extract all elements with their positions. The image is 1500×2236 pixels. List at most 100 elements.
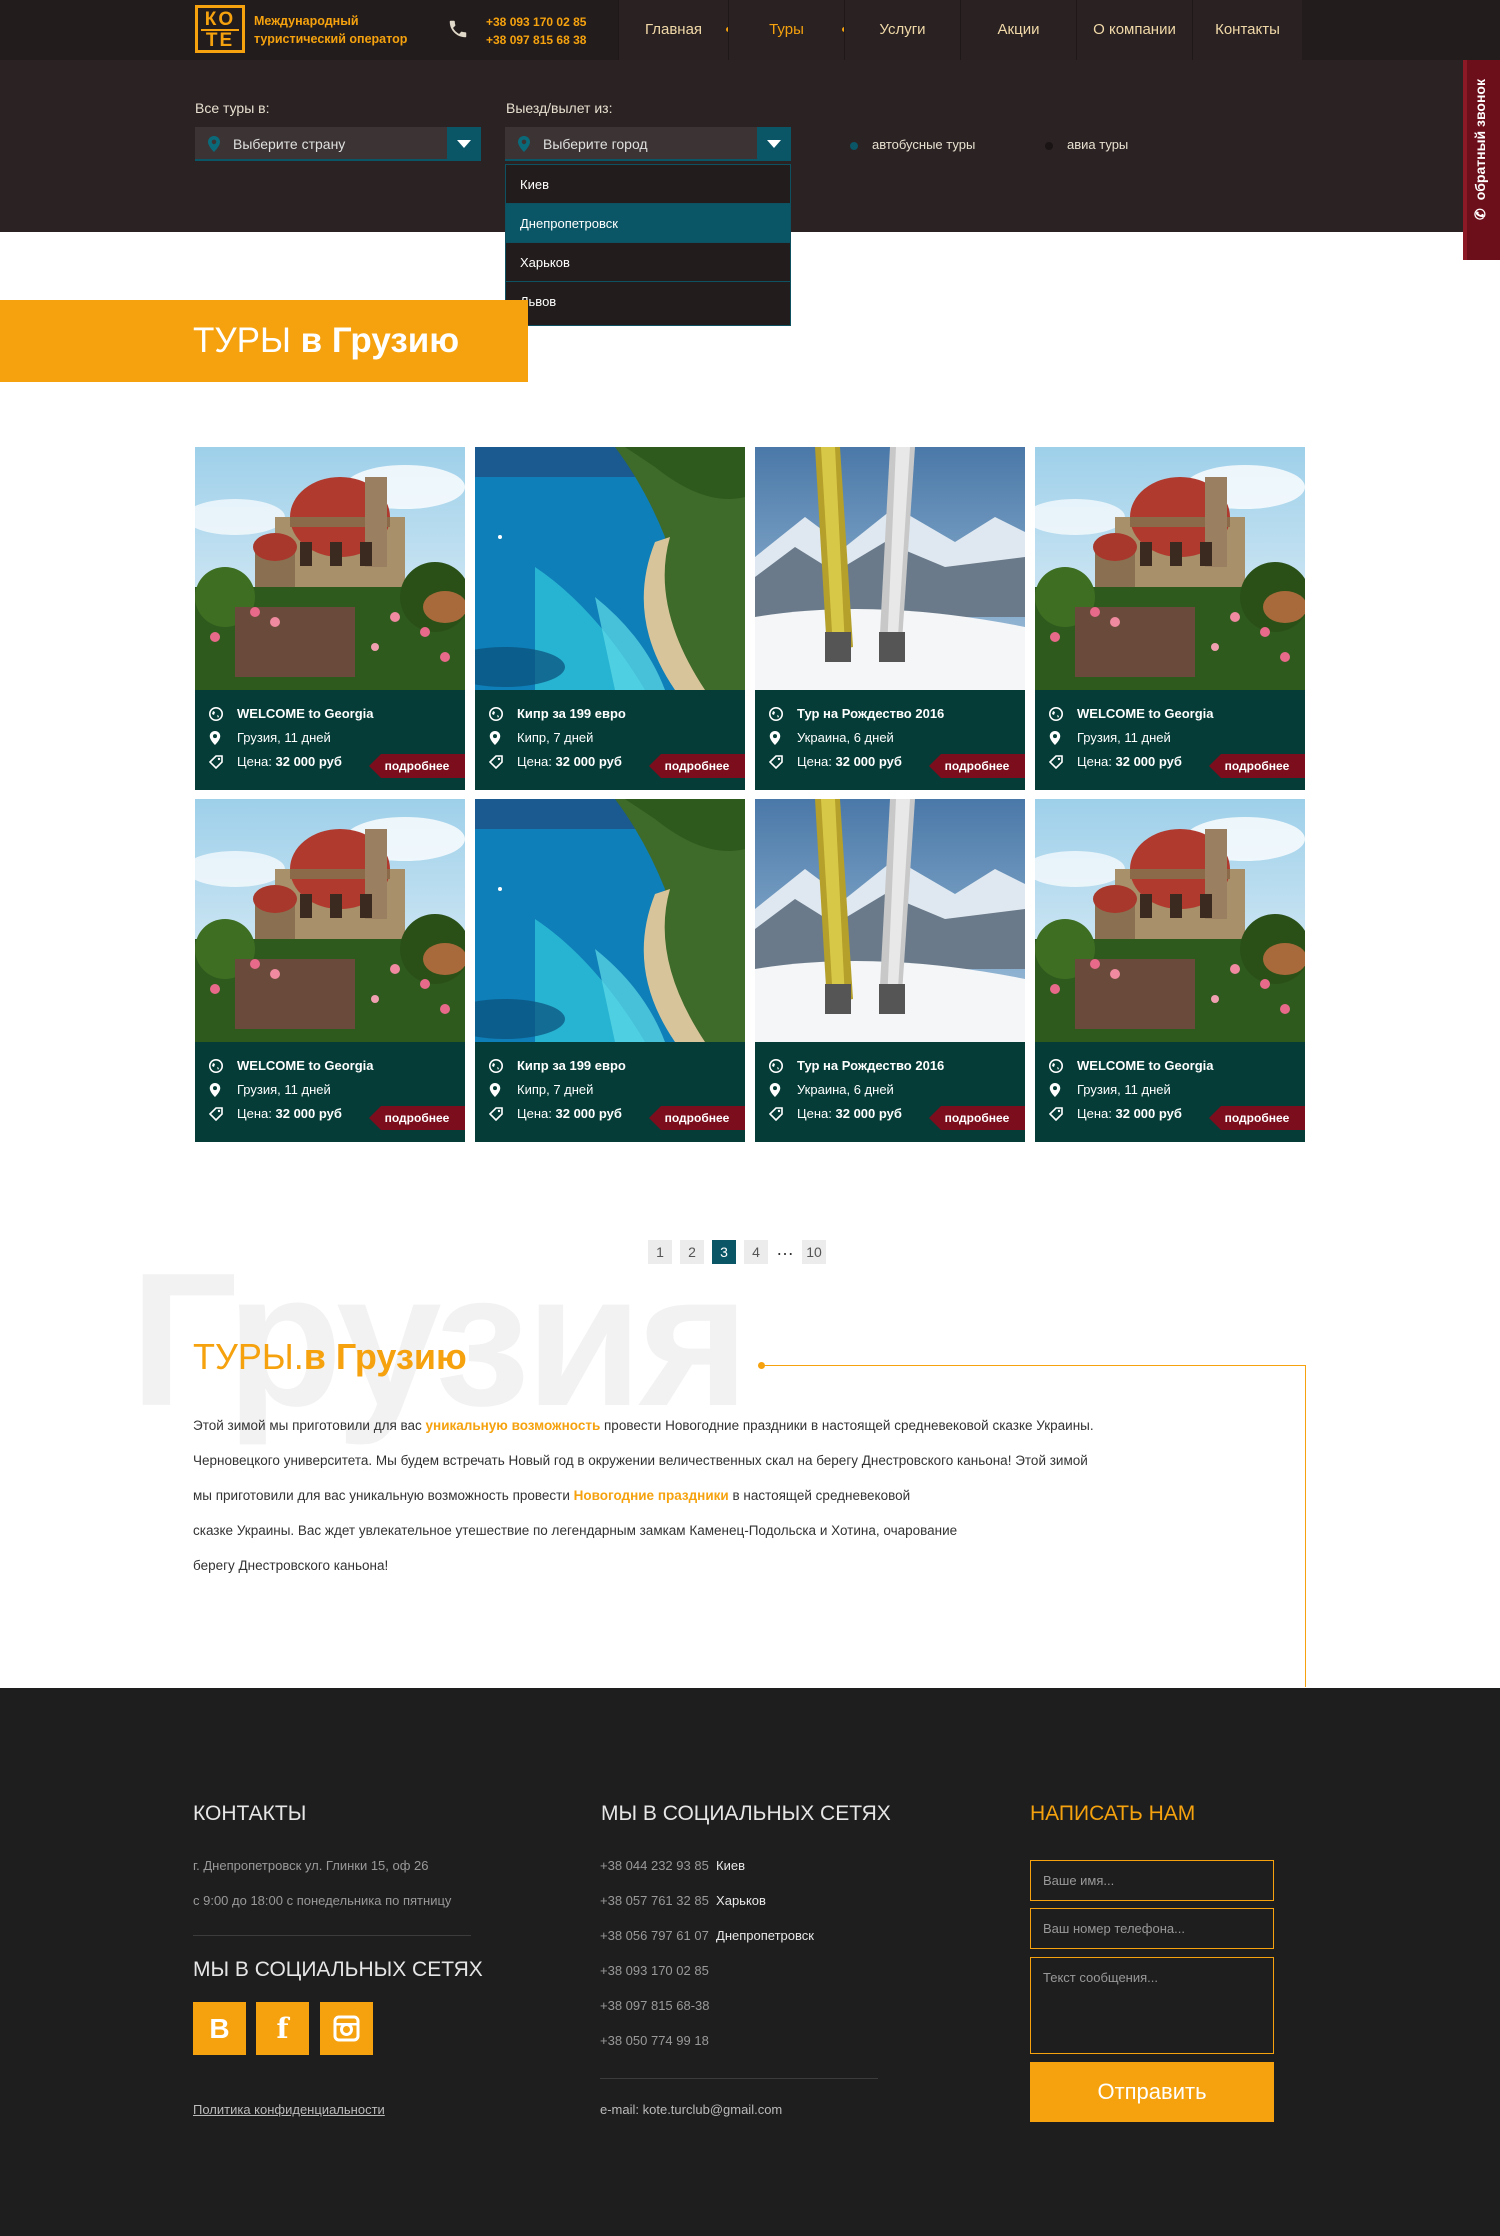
tour-title[interactable]: WELCOME to Georgia [209,702,465,726]
tour-card[interactable]: WELCOME to Georgia Грузия, 11 дней Цена: 3… [1035,799,1305,1142]
tour-image[interactable] [755,799,1025,1042]
tour-image[interactable] [475,799,745,1042]
page-link-3-current[interactable]: 3 [712,1240,736,1264]
tour-price-label: Цена: [237,1106,272,1121]
vk-icon[interactable]: В [193,2002,246,2055]
tour-card[interactable]: WELCOME to Georgia Грузия, 11 дней Цена: 3… [1035,447,1305,790]
footer-phone-row[interactable]: +38 093 170 02 85 [600,1963,814,1998]
dropdown-option-kiev[interactable]: Киев [506,165,790,204]
phone-icon [449,20,467,38]
skis-image [755,447,1025,690]
air-tours-radio[interactable]: авиа туры [1045,137,1128,152]
decor-line [762,1365,1305,1366]
footer-email[interactable]: e-mail: kote.turclub@gmail.com [600,2102,782,2117]
phone-input[interactable]: Ваш номер телефона... [1030,1908,1274,1949]
footer-phone-number: +38 044 232 93 85 [600,1858,709,1873]
globe-icon [769,1059,783,1073]
seo-text-part: мы приготовили для вас уникальную возмож… [193,1488,574,1503]
tour-card[interactable]: Тур на Рождество 2016 Украина, 6 дней Цена… [755,799,1025,1142]
tour-title[interactable]: WELCOME to Georgia [209,1054,465,1078]
message-textarea[interactable]: Текст сообщения... [1030,1957,1274,2054]
page-link-2[interactable]: 2 [680,1240,704,1264]
tour-title[interactable]: Кипр за 199 евро [489,1054,745,1078]
tour-title-text: Тур на Рождество 2016 [797,706,945,721]
more-button[interactable]: подробнее [929,754,1025,778]
country-select[interactable]: Выберите страну [195,127,481,161]
page-link-4[interactable]: 4 [744,1240,768,1264]
location-pin-icon [209,731,221,745]
footer-phone-row[interactable]: +38 057 761 32 85 Харьков [600,1893,814,1928]
footer-phone-row[interactable]: +38 056 797 61 07 Днепропетровск [600,1928,814,1963]
page-link-10[interactable]: 10 [802,1240,826,1264]
facebook-icon[interactable]: f [256,2002,309,2055]
tour-title[interactable]: Тур на Рождество 2016 [769,702,1025,726]
tour-image[interactable] [1035,447,1305,690]
chevron-down-icon[interactable] [757,127,791,161]
tour-title[interactable]: WELCOME to Georgia [1049,1054,1305,1078]
tour-image[interactable] [475,447,745,690]
page-link-1[interactable]: 1 [648,1240,672,1264]
tour-place: Кипр, 7 дней [489,1078,745,1102]
more-button[interactable]: подробнее [1209,754,1305,778]
tour-image[interactable] [195,447,465,690]
tour-image[interactable] [755,447,1025,690]
beach-image [475,447,745,690]
tour-price-value: 32 000 руб [275,754,342,769]
nav-item-promos[interactable]: Акции [960,0,1076,60]
tour-card[interactable]: Кипр за 199 евро Кипр, 7 дней Цена: 32 000… [475,447,745,790]
more-button[interactable]: подробнее [649,754,745,778]
price-tag-icon [489,1107,503,1121]
header-phone-2[interactable]: +38 097 815 68 38 [486,31,586,49]
nav-item-tours[interactable]: Туры [728,0,847,60]
location-pin-icon [769,731,781,745]
globe-icon [489,707,503,721]
footer-phone-row[interactable]: +38 097 815 68-38 [600,1998,814,2033]
dropdown-option-kharkov[interactable]: Харьков [506,243,790,282]
more-button[interactable]: подробнее [369,1106,465,1130]
dropdown-option-dnepropetrovsk[interactable]: Днепропетровск [506,204,790,243]
instagram-icon[interactable] [320,2002,373,2055]
tour-title[interactable]: Тур на Рождество 2016 [769,1054,1025,1078]
tour-title[interactable]: WELCOME to Georgia [1049,702,1305,726]
send-button[interactable]: Отправить [1030,2062,1274,2122]
footer-phone-row[interactable]: +38 050 774 99 18 [600,2033,814,2068]
tour-place: Грузия, 11 дней [209,726,465,750]
more-button[interactable]: подробнее [929,1106,1025,1130]
dropdown-option-lvov[interactable]: Львов [506,282,790,321]
tour-title[interactable]: Кипр за 199 евро [489,702,745,726]
footer-phone-row[interactable]: +38 044 232 93 85 Киев [600,1858,814,1893]
instagram-glyph [333,2015,360,2042]
price-tag-icon [209,755,223,769]
name-input[interactable]: Ваше имя... [1030,1860,1274,1901]
tour-place-text: Кипр, 7 дней [517,730,594,745]
city-select[interactable]: Выберите город [505,127,791,161]
privacy-link[interactable]: Политика конфиденциальности [193,2102,385,2117]
beach-image [475,799,745,1042]
tour-card[interactable]: WELCOME to Georgia Грузия, 11 дней Цена: 3… [195,447,465,790]
tour-place-text: Украина, 6 дней [797,1082,894,1097]
nav-item-about[interactable]: О компании [1076,0,1192,60]
more-button[interactable]: подробнее [649,1106,745,1130]
tour-card[interactable]: Тур на Рождество 2016 Украина, 6 дней Цена… [755,447,1025,790]
nav-item-services[interactable]: Услуги [844,0,960,60]
page-title: ТУРЫ в Грузию [0,300,528,382]
tour-price-value: 32 000 руб [555,754,622,769]
logo[interactable]: КО ТЕ [195,5,245,53]
nav-item-contacts[interactable]: Контакты [1192,0,1302,60]
chevron-down-icon[interactable] [447,127,481,161]
bus-tours-radio[interactable]: автобусные туры [850,137,975,152]
seo-line-4: сказке Украины. Вас ждет увлекательное у… [193,1523,958,1538]
nav-item-home[interactable]: Главная [618,0,731,60]
tour-image[interactable] [1035,799,1305,1042]
tour-card[interactable]: WELCOME to Georgia Грузия, 11 дней Цена: 3… [195,799,465,1142]
more-button[interactable]: подробнее [369,754,465,778]
city-select-value: Выберите город [543,136,648,152]
tour-card-body: WELCOME to Georgia Грузия, 11 дней Цена: 3… [195,690,465,790]
footer-social-title-2: МЫ В СОЦИАЛЬНЫХ СЕТЯХ [601,1802,891,1825]
seo-title-prefix: ТУРЫ. [193,1336,304,1377]
footer-phone-number: +38 093 170 02 85 [600,1963,709,1978]
tour-card[interactable]: Кипр за 199 евро Кипр, 7 дней Цена: 32 000… [475,799,745,1142]
header-phone-1[interactable]: +38 093 170 02 85 [486,13,586,31]
tour-image[interactable] [195,799,465,1042]
more-button[interactable]: подробнее [1209,1106,1305,1130]
